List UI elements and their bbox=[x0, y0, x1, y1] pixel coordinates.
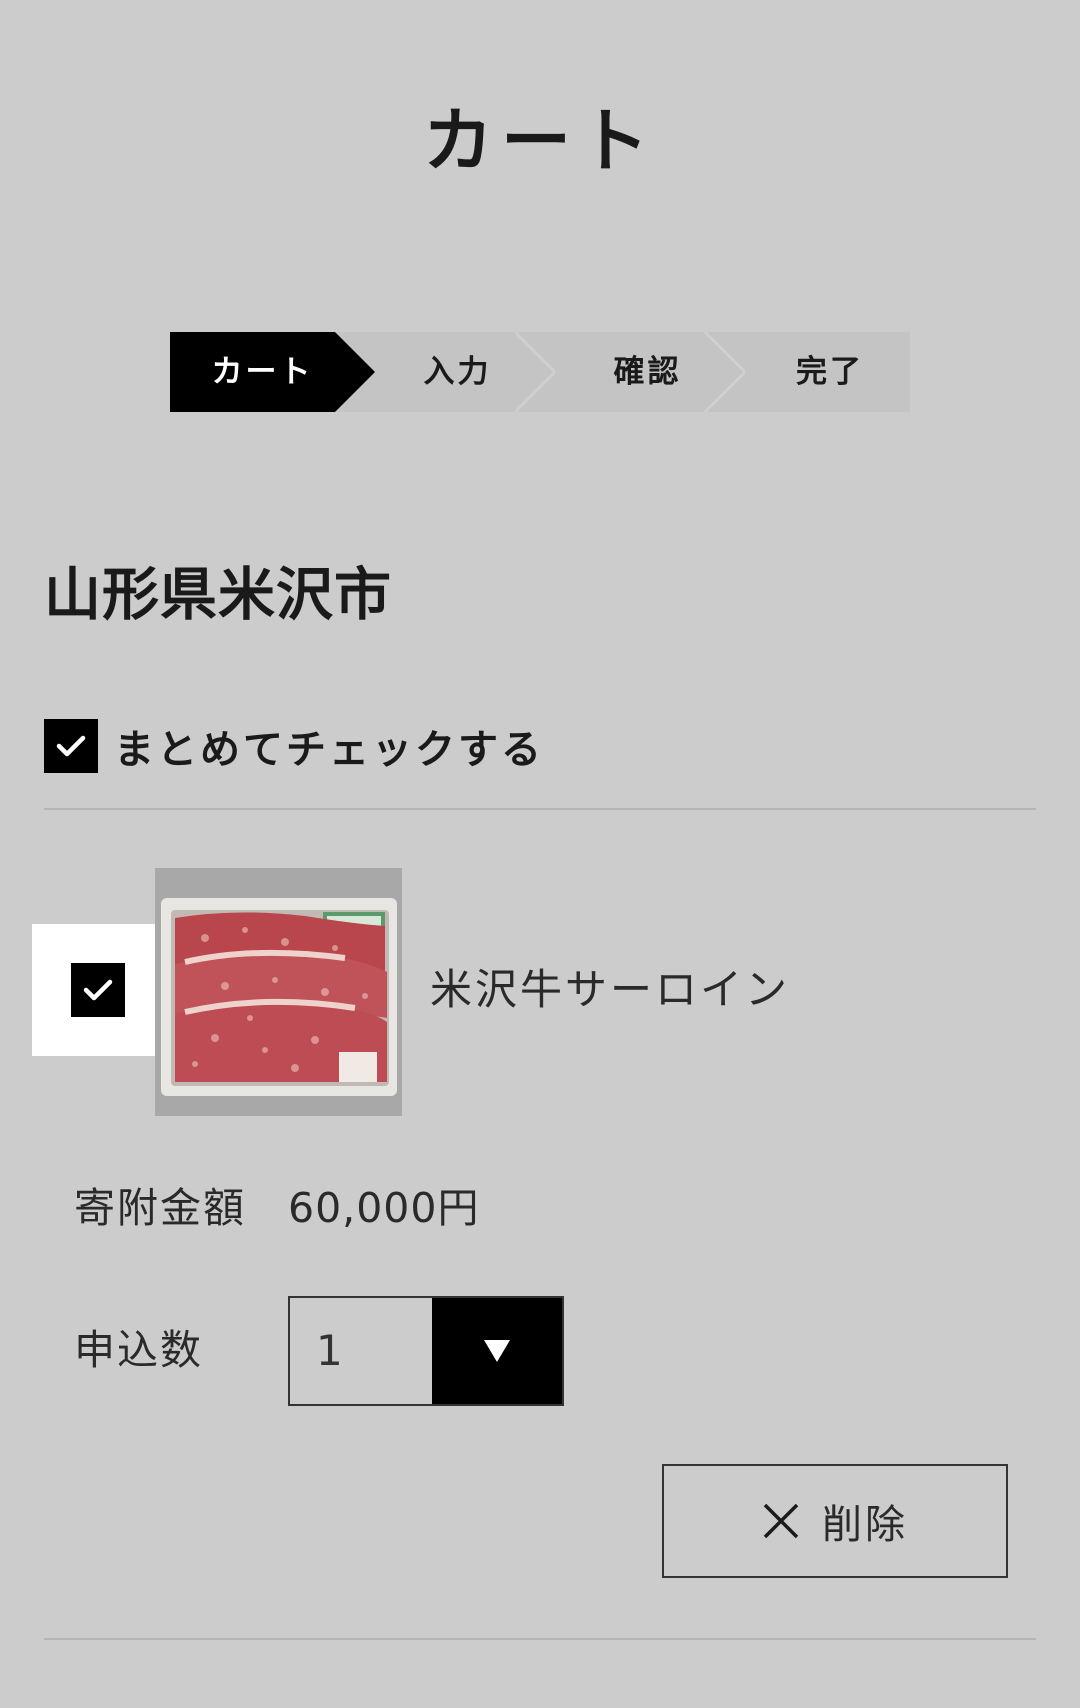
step-complete: 完了 bbox=[730, 332, 910, 412]
delete-button[interactable]: 削除 bbox=[662, 1464, 1008, 1578]
checkout-stepper: カート 入力 確認 完了 bbox=[170, 332, 910, 412]
quantity-select[interactable]: 1 bbox=[288, 1296, 564, 1406]
item-checkbox[interactable] bbox=[71, 963, 125, 1017]
check-all-toggle[interactable]: まとめてチェックする bbox=[44, 718, 544, 774]
step-input: 入力 bbox=[350, 332, 555, 412]
check-all-label: まとめてチェックする bbox=[114, 727, 544, 773]
checkmark-icon bbox=[56, 735, 86, 757]
triangle-down-icon bbox=[484, 1340, 510, 1362]
municipality-name: 山形県米沢市 bbox=[44, 562, 392, 628]
close-icon bbox=[763, 1503, 799, 1539]
step-confirm-label: 確認 bbox=[613, 354, 682, 390]
item-name[interactable]: 米沢牛サーロイン bbox=[430, 960, 790, 1020]
divider bbox=[44, 808, 1036, 810]
divider bbox=[44, 1638, 1036, 1640]
check-all-checkbox[interactable] bbox=[44, 719, 98, 773]
step-cart-label: カート bbox=[211, 354, 314, 390]
step-complete-label: 完了 bbox=[796, 354, 864, 390]
step-cart: カート bbox=[170, 332, 375, 412]
product-photo bbox=[155, 868, 402, 1116]
donation-amount-value: 60,000円 bbox=[288, 1184, 480, 1232]
delete-label: 削除 bbox=[822, 1502, 908, 1548]
step-input-label: 入力 bbox=[423, 354, 492, 390]
beef-sirloin-image[interactable] bbox=[155, 868, 402, 1116]
quantity-label: 申込数 bbox=[74, 1326, 203, 1374]
donation-amount-row: 寄附金額 60,000円 bbox=[74, 1172, 479, 1236]
page-title: カート bbox=[423, 100, 657, 182]
quantity-value: 1 bbox=[316, 1326, 343, 1375]
item-checkbox-wrapper[interactable] bbox=[32, 924, 164, 1056]
checkmark-icon bbox=[83, 979, 113, 1001]
donation-amount-label: 寄附金額 bbox=[74, 1184, 246, 1232]
dropdown-arrow-button[interactable] bbox=[432, 1298, 562, 1404]
step-confirm: 確認 bbox=[540, 332, 745, 412]
